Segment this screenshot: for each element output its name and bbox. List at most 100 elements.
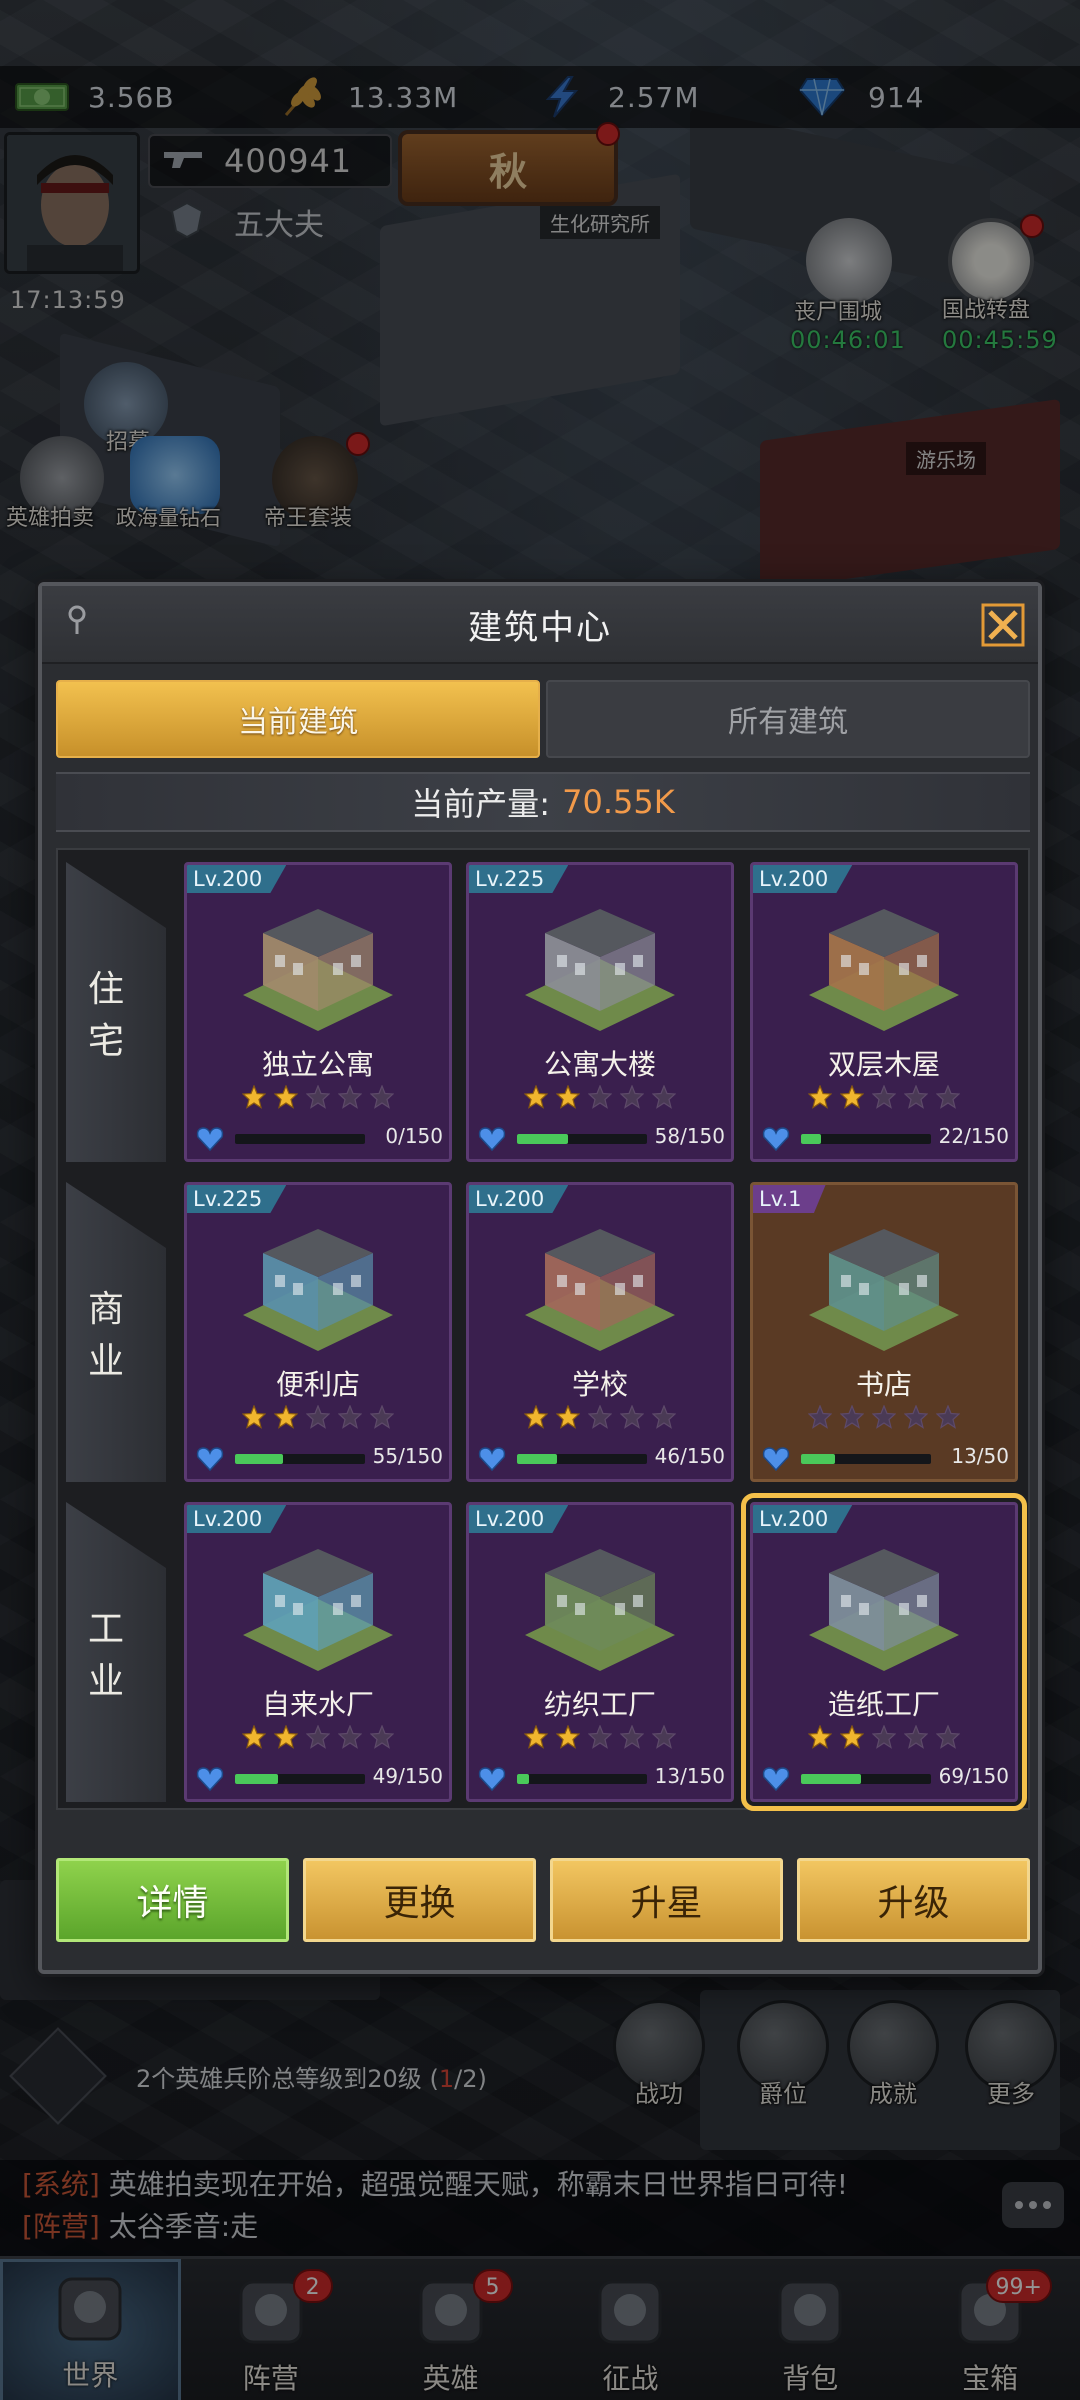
star-empty-icon xyxy=(620,1405,644,1429)
building-card[interactable]: Lv.200 自来水厂 49/150 xyxy=(184,1502,452,1802)
star-empty-icon xyxy=(370,1725,394,1749)
production-bar: 当前产量: 70.55K xyxy=(56,772,1030,832)
star-filled-icon xyxy=(808,1085,832,1109)
close-icon xyxy=(981,603,1025,647)
building-icon xyxy=(525,1549,675,1671)
building-name: 便利店 xyxy=(275,1368,360,1401)
building-card[interactable]: Lv.200 独立公寓 0/150 xyxy=(184,862,452,1162)
building-name: 自来水厂 xyxy=(261,1688,374,1721)
building-progress: 58/150 xyxy=(477,1123,725,1153)
heart-fragment-icon xyxy=(196,1767,224,1792)
progress-fill xyxy=(517,1454,558,1464)
star-filled-icon xyxy=(840,1725,864,1749)
star-empty-icon xyxy=(306,1725,330,1749)
action-buttons: 详情 更换 升星 升级 xyxy=(56,1858,1030,1942)
level-tag: Lv.1 xyxy=(753,1185,826,1213)
building-icon xyxy=(525,909,675,1031)
star-empty-icon xyxy=(588,1085,612,1109)
building-icon xyxy=(243,1549,393,1671)
category-row: 住宅 Lv.200 独立公寓 0/150 Lv.225 公寓大楼 58/150 Lv.200 双… xyxy=(66,862,1018,1162)
category-row: 商业 Lv.225 便利店 55/150 Lv.200 学校 46/150 Lv.1 书店 13/… xyxy=(66,1182,1018,1482)
panel-header: 建筑中心 xyxy=(42,586,1038,664)
star-filled-icon xyxy=(840,1085,864,1109)
progress-fill xyxy=(801,1774,861,1784)
building-progress: 13/50 xyxy=(761,1443,1009,1473)
progress-track xyxy=(517,1774,647,1784)
building-card[interactable]: Lv.225 便利店 55/150 xyxy=(184,1182,452,1482)
heart-fragment-icon xyxy=(196,1127,224,1152)
building-progress: 0/150 xyxy=(195,1123,443,1153)
star-empty-icon xyxy=(338,1405,362,1429)
progress-track xyxy=(517,1454,647,1464)
heart-fragment-icon xyxy=(478,1447,506,1472)
star-empty-icon xyxy=(652,1405,676,1429)
building-card[interactable]: Lv.225 公寓大楼 58/150 xyxy=(466,862,734,1162)
progress-fill xyxy=(235,1454,284,1464)
progress-text: 13/50 xyxy=(951,1444,1009,1468)
building-icon xyxy=(525,1229,675,1351)
panel-tabs: 当前建筑 所有建筑 xyxy=(56,680,1030,758)
building-grid: 住宅 Lv.200 独立公寓 0/150 Lv.225 公寓大楼 58/150 Lv.200 双… xyxy=(56,848,1030,1811)
star-empty-icon xyxy=(306,1405,330,1429)
building-icon xyxy=(809,1549,959,1671)
building-name: 纺织工厂 xyxy=(543,1688,656,1721)
building-card[interactable]: Lv.200 双层木屋 22/150 xyxy=(750,862,1018,1162)
star-empty-icon xyxy=(872,1725,896,1749)
building-center-panel: 建筑中心 当前建筑 所有建筑 当前产量: 70.55K 住宅 Lv.200 独立公寓… xyxy=(38,582,1042,1974)
star-empty-icon xyxy=(840,1405,864,1429)
building-name: 公寓大楼 xyxy=(543,1048,656,1081)
progress-fill xyxy=(801,1454,835,1464)
progress-text: 0/150 xyxy=(385,1124,443,1148)
level-tag: Lv.225 xyxy=(187,1185,287,1213)
level-up-button[interactable]: 升级 xyxy=(797,1858,1030,1942)
category-label: 住宅 xyxy=(66,862,166,1162)
building-progress: 49/150 xyxy=(195,1763,443,1793)
progress-track xyxy=(517,1134,647,1144)
close-button[interactable] xyxy=(978,600,1028,650)
building-name: 造纸工厂 xyxy=(827,1688,940,1721)
pin-icon xyxy=(60,602,94,640)
building-icon xyxy=(809,909,959,1031)
building-card[interactable]: Lv.1 书店 13/50 xyxy=(750,1182,1018,1482)
star-empty-icon xyxy=(588,1405,612,1429)
star-filled-icon xyxy=(242,1725,266,1749)
tab-all-buildings[interactable]: 所有建筑 xyxy=(546,680,1030,758)
star-rating xyxy=(187,1085,449,1109)
star-empty-icon xyxy=(808,1405,832,1429)
level-tag: Lv.200 xyxy=(187,1505,287,1533)
star-filled-icon xyxy=(556,1725,580,1749)
star-empty-icon xyxy=(904,1725,928,1749)
star-filled-icon xyxy=(524,1725,548,1749)
building-card[interactable]: Lv.200 造纸工厂 69/150 xyxy=(741,1493,1027,1811)
heart-fragment-icon xyxy=(478,1767,506,1792)
building-name: 独立公寓 xyxy=(261,1048,374,1081)
star-rating xyxy=(469,1405,731,1429)
star-empty-icon xyxy=(620,1725,644,1749)
star-rating xyxy=(753,1405,1015,1429)
building-progress: 69/150 xyxy=(761,1763,1009,1793)
star-empty-icon xyxy=(370,1405,394,1429)
panel-title: 建筑中心 xyxy=(468,607,612,648)
tab-current-buildings[interactable]: 当前建筑 xyxy=(56,680,540,758)
star-rating xyxy=(469,1725,731,1749)
star-up-button[interactable]: 升星 xyxy=(550,1858,783,1942)
star-empty-icon xyxy=(338,1725,362,1749)
star-filled-icon xyxy=(274,1725,298,1749)
star-filled-icon xyxy=(556,1085,580,1109)
progress-track xyxy=(801,1774,931,1784)
building-name: 学校 xyxy=(571,1368,628,1401)
star-rating xyxy=(753,1725,1015,1749)
star-empty-icon xyxy=(306,1085,330,1109)
star-filled-icon xyxy=(274,1405,298,1429)
progress-track xyxy=(235,1134,365,1144)
progress-text: 69/150 xyxy=(938,1764,1009,1788)
star-empty-icon xyxy=(904,1085,928,1109)
building-card[interactable]: Lv.200 学校 46/150 xyxy=(466,1182,734,1482)
building-card[interactable]: Lv.200 纺织工厂 13/150 xyxy=(466,1502,734,1802)
replace-button[interactable]: 更换 xyxy=(303,1858,536,1942)
building-progress: 22/150 xyxy=(761,1123,1009,1153)
building-icon xyxy=(243,909,393,1031)
details-button[interactable]: 详情 xyxy=(56,1858,289,1942)
star-empty-icon xyxy=(936,1085,960,1109)
star-rating xyxy=(187,1405,449,1429)
